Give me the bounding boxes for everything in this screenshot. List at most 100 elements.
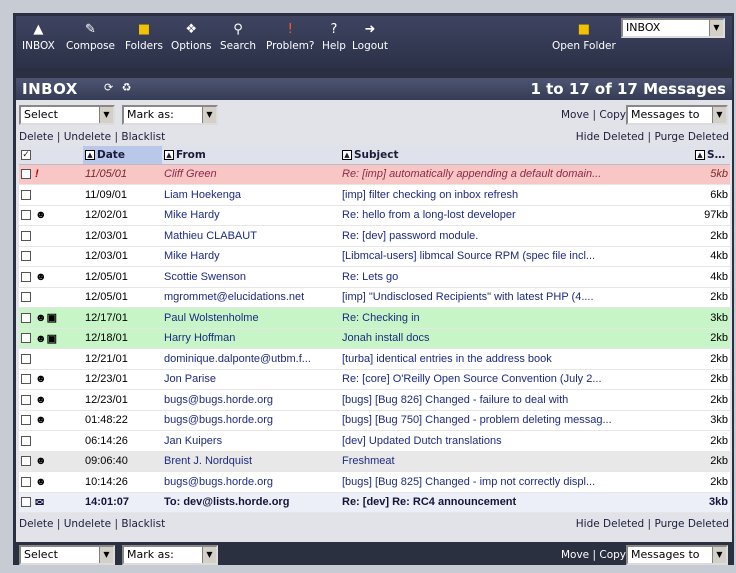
message-checkbox[interactable] [21, 333, 31, 344]
message-checkbox[interactable] [21, 189, 31, 200]
message-row[interactable]: ☻ 10:14:26 bugs@bugs.horde.org [bugs] [Bug … [19, 471, 730, 493]
message-row[interactable]: 12/05/01 mgrommet@elucidations.net [imp] "… [19, 287, 730, 308]
message-checkbox[interactable] [21, 374, 31, 385]
message-checkbox[interactable] [21, 312, 31, 323]
message-subject[interactable]: Freshmeat [340, 451, 693, 472]
message-checkbox[interactable] [21, 476, 31, 487]
toolbar-options[interactable]: ❖ Options [171, 22, 212, 52]
message-subject[interactable]: [dev] Updated Dutch translations [340, 430, 693, 452]
message-checkbox[interactable] [21, 271, 31, 282]
empty-trash-icon[interactable]: ♻ [122, 81, 132, 94]
message-row[interactable]: ☻ 12/23/01 bugs@bugs.horde.org [bugs] [Bug … [19, 389, 730, 411]
hide-deleted-link[interactable]: Hide Deleted [576, 518, 644, 530]
message-subject[interactable]: Re: [imp] automatically appending a defa… [340, 164, 693, 185]
sort-by-subject[interactable]: ▲ Subject [340, 146, 693, 165]
toolbar-problem[interactable]: ! Problem? [266, 22, 315, 52]
message-subject[interactable]: [turba] identical entries in the address… [340, 348, 693, 370]
message-from[interactable]: Mike Hardy [162, 246, 340, 267]
message-from[interactable]: To: dev@lists.horde.org [162, 492, 340, 513]
message-checkbox[interactable] [21, 169, 31, 180]
delete-link[interactable]: Delete [19, 518, 54, 530]
message-row[interactable]: ☻ 12/05/01 Scottie Swenson Re: Lets go 4kb [19, 266, 730, 288]
message-from[interactable]: Cliff Green [162, 164, 340, 185]
toolbar-inbox[interactable]: ▲ INBOX [22, 22, 55, 52]
message-row[interactable]: 12/21/01 dominique.dalponte@utbm.f... [tur… [19, 348, 730, 370]
copy-link[interactable]: Copy [599, 549, 626, 561]
message-from[interactable]: bugs@bugs.horde.org [162, 410, 340, 431]
message-subject[interactable]: Jonah install docs [340, 328, 693, 349]
message-from[interactable]: Mathieu CLABAUT [162, 225, 340, 247]
message-subject[interactable]: [bugs] [Bug 826] Changed - failure to de… [340, 389, 693, 411]
toolbar-compose[interactable]: ✎ Compose [66, 22, 115, 52]
message-checkbox[interactable] [21, 456, 31, 467]
message-subject[interactable]: [bugs] [Bug 750] Changed - problem delet… [340, 410, 693, 431]
toolbar-folders[interactable]: ■ Folders [125, 22, 163, 52]
message-row[interactable]: ☻ 09:06:40 Brent J. Nordquist Freshmeat 2kb [19, 451, 730, 472]
select-all-checkbox[interactable]: ✓ [21, 149, 31, 160]
mark-as-dropdown-top[interactable]: Mark as: ▼ [122, 105, 218, 125]
message-subject[interactable]: Re: [core] O'Reilly Open Source Conventi… [340, 369, 693, 390]
message-from[interactable]: mgrommet@elucidations.net [162, 287, 340, 308]
message-from[interactable]: bugs@bugs.horde.org [162, 389, 340, 411]
message-subject[interactable]: Re: Lets go [340, 266, 693, 288]
message-checkbox[interactable] [21, 394, 31, 405]
message-subject[interactable]: [imp] filter checking on inbox refresh [340, 184, 693, 206]
move-link[interactable]: Move [561, 109, 589, 121]
message-checkbox[interactable] [21, 497, 31, 508]
open-folder-button[interactable]: ■ Open Folder [552, 22, 616, 52]
message-from[interactable]: Harry Hoffman [162, 328, 340, 349]
toolbar-help[interactable]: ? Help [322, 22, 346, 52]
message-from[interactable]: Liam Hoekenga [162, 184, 340, 206]
select-dropdown-top[interactable]: Select ▼ [19, 105, 115, 125]
message-row[interactable]: ☻▣ 12/17/01 Paul Wolstenholme Re: Checking … [19, 307, 730, 329]
folder-select[interactable]: INBOX ▼ [621, 18, 725, 38]
message-subject[interactable]: Re: Checking in [340, 307, 693, 329]
message-row[interactable]: ☻ 12/23/01 Jon Parise Re: [core] O'Reilly O… [19, 369, 730, 390]
message-checkbox[interactable] [21, 292, 31, 303]
target-folder-dropdown-bottom[interactable]: Messages to ▼ [626, 545, 728, 565]
message-subject[interactable]: [imp] "Undisclosed Recipients" with late… [340, 287, 693, 308]
message-from[interactable]: Mike Hardy [162, 205, 340, 226]
message-checkbox[interactable] [21, 230, 31, 241]
message-from[interactable]: Brent J. Nordquist [162, 451, 340, 472]
message-from[interactable]: Jan Kuipers [162, 430, 340, 452]
message-row[interactable]: 12/03/01 Mike Hardy [Libmcal-users] libmca… [19, 246, 730, 267]
message-subject[interactable]: [bugs] [Bug 825] Changed - imp not corre… [340, 471, 693, 493]
copy-link[interactable]: Copy [599, 109, 626, 121]
message-checkbox[interactable] [21, 210, 31, 221]
toolbar-logout[interactable]: ➜ Logout [352, 22, 388, 52]
message-checkbox[interactable] [21, 251, 31, 262]
sort-by-date[interactable]: ▲ Date [83, 146, 162, 165]
undelete-link[interactable]: Undelete [64, 518, 111, 530]
message-row[interactable]: ☻ 01:48:22 bugs@bugs.horde.org [bugs] [Bug … [19, 410, 730, 431]
message-row[interactable]: ! 11/05/01 Cliff Green Re: [imp] automatica… [19, 164, 730, 185]
target-folder-dropdown-top[interactable]: Messages to ▼ [626, 105, 728, 125]
hide-deleted-link[interactable]: Hide Deleted [576, 131, 644, 143]
message-row[interactable]: ✉ 14:01:07 To: dev@lists.horde.org Re: [dev… [19, 492, 730, 513]
message-subject[interactable]: Re: [dev] Re: RC4 announcement [340, 492, 693, 513]
blacklist-link[interactable]: Blacklist [121, 131, 165, 143]
message-subject[interactable]: Re: [dev] password module. [340, 225, 693, 247]
purge-deleted-link[interactable]: Purge Deleted [654, 518, 729, 530]
delete-link[interactable]: Delete [19, 131, 54, 143]
message-row[interactable]: 06:14:26 Jan Kuipers [dev] Updated Dutch t… [19, 430, 730, 452]
message-row[interactable]: 11/09/01 Liam Hoekenga [imp] filter checki… [19, 184, 730, 206]
message-subject[interactable]: [Libmcal-users] libmcal Source RPM (spec… [340, 246, 693, 267]
message-from[interactable]: Scottie Swenson [162, 266, 340, 288]
purge-deleted-link[interactable]: Purge Deleted [654, 131, 729, 143]
sort-by-size[interactable]: ▲ Size [693, 146, 730, 165]
message-row[interactable]: 12/03/01 Mathieu CLABAUT Re: [dev] passwor… [19, 225, 730, 247]
message-row[interactable]: ☻▣ 12/18/01 Harry Hoffman Jonah install doc… [19, 328, 730, 349]
message-from[interactable]: bugs@bugs.horde.org [162, 471, 340, 493]
message-checkbox[interactable] [21, 415, 31, 426]
select-dropdown-bottom[interactable]: Select ▼ [19, 545, 115, 565]
undelete-link[interactable]: Undelete [64, 131, 111, 143]
message-from[interactable]: Paul Wolstenholme [162, 307, 340, 329]
message-from[interactable]: Jon Parise [162, 369, 340, 390]
sort-by-from[interactable]: ▲ From [162, 146, 340, 165]
message-row[interactable]: ☻ 12/02/01 Mike Hardy Re: hello from a long… [19, 205, 730, 226]
message-checkbox[interactable] [21, 435, 31, 446]
blacklist-link[interactable]: Blacklist [121, 518, 165, 530]
message-subject[interactable]: Re: hello from a long-lost developer [340, 205, 693, 226]
refresh-icon[interactable]: ⟳ [104, 81, 113, 94]
